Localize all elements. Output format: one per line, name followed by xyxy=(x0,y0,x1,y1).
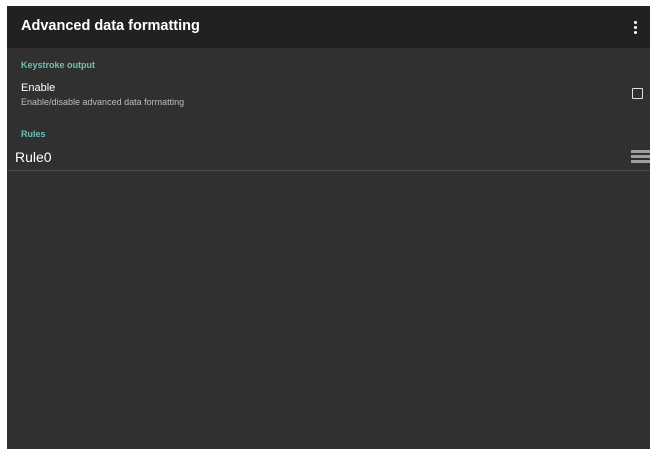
menu-dot xyxy=(634,26,637,29)
handle-bar xyxy=(631,150,650,153)
page-title: Advanced data formatting xyxy=(21,18,200,34)
enable-summary: Enable/disable advanced data formatting xyxy=(21,97,185,107)
app-bar: Advanced data formatting xyxy=(7,6,650,48)
enable-title: Enable xyxy=(21,82,56,94)
enable-preference[interactable]: Enable Enable/disable advanced data form… xyxy=(7,78,650,114)
keystroke-output-header: Keystroke output xyxy=(21,60,96,70)
enable-checkbox[interactable] xyxy=(632,88,643,99)
menu-dot xyxy=(634,31,637,34)
menu-dot xyxy=(634,21,637,24)
list-item[interactable]: Rule0 xyxy=(7,144,650,171)
drag-handle-icon[interactable] xyxy=(631,148,650,164)
handle-bar xyxy=(631,155,650,158)
more-vert-icon[interactable] xyxy=(622,6,650,48)
handle-bar xyxy=(631,160,650,163)
app-window: Advanced data formatting Keystroke outpu… xyxy=(7,6,650,449)
rule-label: Rule0 xyxy=(15,149,52,165)
rules-header: Rules xyxy=(21,129,46,139)
